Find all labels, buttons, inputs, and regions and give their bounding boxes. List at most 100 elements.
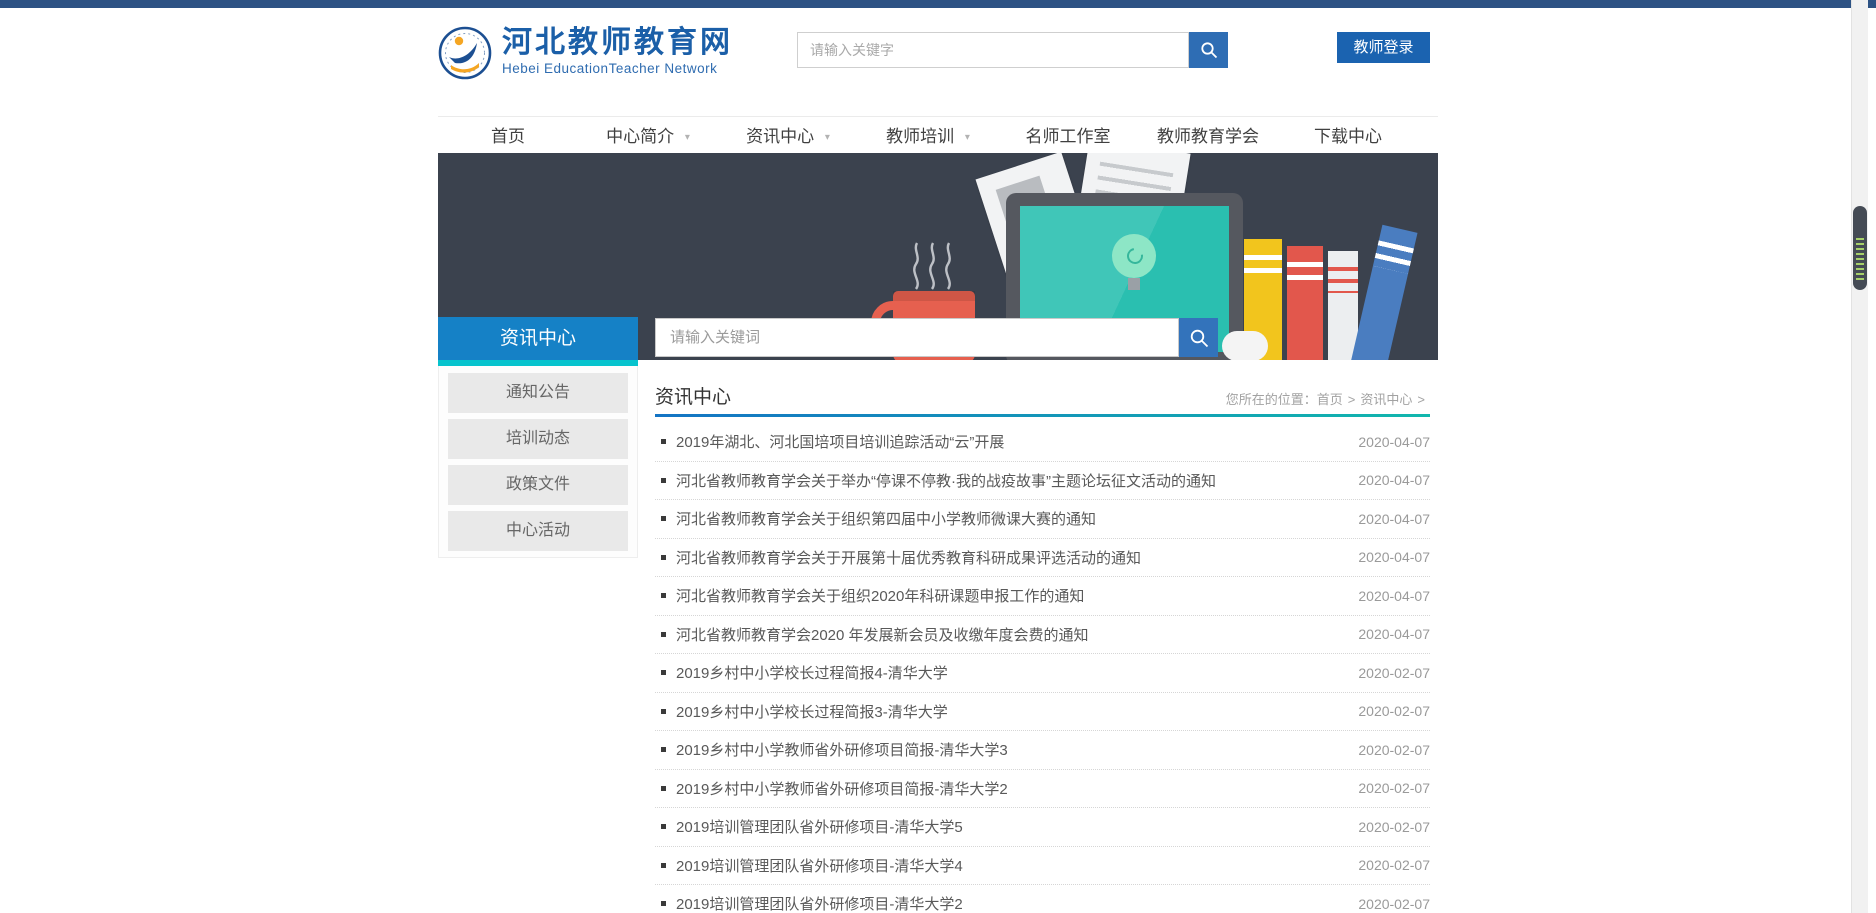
book-illustration — [1328, 251, 1358, 360]
news-date: 2020-04-07 — [1358, 549, 1430, 565]
nav-item[interactable]: 教师教育学会 ▾ — [1138, 117, 1278, 155]
page: 河北教师教育网 Hebei EducationTeacher Network 教… — [0, 0, 1876, 913]
news-row[interactable]: 2019培训管理团队省外研修项目-清华大学4 2020-02-07 — [655, 847, 1430, 886]
news-row[interactable]: 河北省教师教育学会关于组织2020年科研课题申报工作的通知 2020-04-07 — [655, 577, 1430, 616]
news-title[interactable]: 2019乡村中小学校长过程简报4-清华大学 — [676, 662, 948, 683]
site-header: 河北教师教育网 Hebei EducationTeacher Network 教… — [438, 8, 1438, 116]
news-date: 2020-02-07 — [1358, 780, 1430, 796]
title-underline — [655, 414, 1430, 417]
sidebar-accent-bar — [438, 360, 638, 366]
nav-item[interactable]: 下载中心 ▾ — [1278, 117, 1418, 155]
news-title[interactable]: 河北省教师教育学会关于举办“停课不停教·我的战疫故事”主题论坛征文活动的通知 — [676, 470, 1216, 491]
banner-search — [655, 318, 1218, 357]
news-row[interactable]: 2019培训管理团队省外研修项目-清华大学2 2020-02-07 — [655, 885, 1430, 913]
bullet-icon — [661, 670, 666, 675]
lightbulb-icon — [1112, 234, 1156, 278]
news-list: 2019年湖北、河北国培项目培训追踪活动“云”开展 2020-04-07 河北省… — [655, 423, 1430, 913]
sidebar-title[interactable]: 资讯中心 — [438, 317, 638, 360]
news-row[interactable]: 2019乡村中小学教师省外研修项目简报-清华大学3 2020-02-07 — [655, 731, 1430, 770]
news-title[interactable]: 河北省教师教育学会关于组织第四届中小学教师微课大赛的通知 — [676, 508, 1096, 529]
news-row[interactable]: 河北省教师教育学会2020 年发展新会员及收缴年度会费的通知 2020-04-0… — [655, 616, 1430, 655]
news-date: 2020-04-07 — [1358, 588, 1430, 604]
news-date: 2020-02-07 — [1358, 819, 1430, 835]
bullet-icon — [661, 439, 666, 444]
bullet-icon — [661, 516, 666, 521]
news-row[interactable]: 河北省教师教育学会关于举办“停课不停教·我的战疫故事”主题论坛征文活动的通知 2… — [655, 462, 1430, 501]
nav-item[interactable]: 中心简介 ▾ — [578, 117, 718, 155]
nav-item-label: 中心简介 — [606, 127, 674, 146]
section-header: 资讯中心 您所在的位置：首页>资讯中心> — [655, 380, 1430, 414]
news-title[interactable]: 2019乡村中小学校长过程简报3-清华大学 — [676, 701, 948, 722]
scrollbar-track[interactable] — [1851, 0, 1868, 913]
sidebar-menu: 通知公告 培训动态 政策文件 中心活动 — [438, 366, 638, 558]
teacher-login-button[interactable]: 教师登录 — [1337, 32, 1430, 63]
news-title[interactable]: 2019培训管理团队省外研修项目-清华大学4 — [676, 855, 963, 876]
mouse-illustration — [1222, 331, 1268, 360]
news-title[interactable]: 2019年湖北、河北国培项目培训追踪活动“云”开展 — [676, 431, 1004, 452]
book-illustration — [1350, 225, 1417, 360]
steam-icon — [908, 241, 970, 291]
nav-item-label: 教师培训 — [886, 127, 954, 146]
chevron-down-icon: ▾ — [965, 132, 970, 143]
nav-item-label: 资讯中心 — [746, 127, 814, 146]
bullet-icon — [661, 632, 666, 637]
main-nav: 首页 ▾ 中心简介 ▾ 资讯中心 ▾ 教师培训 ▾ 名师工作室 ▾ — [438, 116, 1438, 155]
breadcrumb: 您所在的位置：首页>资讯中心> — [1226, 389, 1430, 408]
bullet-icon — [661, 786, 666, 791]
sidebar-menu-item[interactable]: 培训动态 — [448, 419, 628, 459]
news-title[interactable]: 2019培训管理团队省外研修项目-清华大学2 — [676, 893, 963, 913]
nav-item[interactable]: 教师培训 ▾ — [858, 117, 998, 155]
logo-emblem-icon — [438, 26, 492, 80]
news-date: 2020-04-07 — [1358, 626, 1430, 642]
banner-search-input[interactable] — [655, 318, 1179, 357]
nav-item-label: 名师工作室 — [1026, 127, 1111, 146]
logo-title: 河北教师教育网 — [502, 26, 733, 60]
sidebar-menu-item[interactable]: 政策文件 — [448, 465, 628, 505]
scrollbar-thumb[interactable] — [1853, 206, 1867, 290]
news-title[interactable]: 河北省教师教育学会关于开展第十届优秀教育科研成果评选活动的通知 — [676, 547, 1141, 568]
news-title[interactable]: 河北省教师教育学会2020 年发展新会员及收缴年度会费的通知 — [676, 624, 1089, 645]
logo-subtitle: Hebei EducationTeacher Network — [502, 61, 733, 76]
breadcrumb-prefix: 您所在的位置： — [1226, 392, 1317, 407]
header-search-button[interactable] — [1189, 32, 1228, 68]
news-title[interactable]: 2019培训管理团队省外研修项目-清华大学5 — [676, 816, 963, 837]
nav-item-label: 教师教育学会 — [1157, 127, 1259, 146]
news-date: 2020-02-07 — [1358, 857, 1430, 873]
page-title: 资讯中心 — [655, 382, 731, 409]
news-row[interactable]: 2019培训管理团队省外研修项目-清华大学5 2020-02-07 — [655, 808, 1430, 847]
news-date: 2020-04-07 — [1358, 472, 1430, 488]
news-title[interactable]: 2019乡村中小学教师省外研修项目简报-清华大学3 — [676, 739, 1008, 760]
news-row[interactable]: 2019乡村中小学校长过程简报3-清华大学 2020-02-07 — [655, 693, 1430, 732]
search-icon — [1188, 327, 1210, 349]
news-row[interactable]: 河北省教师教育学会关于组织第四届中小学教师微课大赛的通知 2020-04-07 — [655, 500, 1430, 539]
search-icon — [1199, 40, 1219, 60]
news-row[interactable]: 2019乡村中小学教师省外研修项目简报-清华大学2 2020-02-07 — [655, 770, 1430, 809]
bullet-icon — [661, 478, 666, 483]
news-date: 2020-04-07 — [1358, 511, 1430, 527]
chevron-down-icon: ▾ — [685, 132, 690, 143]
bullet-icon — [661, 747, 666, 752]
news-date: 2020-02-07 — [1358, 703, 1430, 719]
bullet-icon — [661, 901, 666, 906]
news-title[interactable]: 河北省教师教育学会关于组织2020年科研课题申报工作的通知 — [676, 585, 1084, 606]
banner-search-button[interactable] — [1179, 318, 1218, 357]
bullet-icon — [661, 555, 666, 560]
news-row[interactable]: 2019乡村中小学校长过程简报4-清华大学 2020-02-07 — [655, 654, 1430, 693]
news-date: 2020-02-07 — [1358, 896, 1430, 912]
nav-item[interactable]: 资讯中心 ▾ — [718, 117, 858, 155]
news-row[interactable]: 河北省教师教育学会关于开展第十届优秀教育科研成果评选活动的通知 2020-04-… — [655, 539, 1430, 578]
news-title[interactable]: 2019乡村中小学教师省外研修项目简报-清华大学2 — [676, 778, 1008, 799]
nav-item[interactable]: 首页 ▾ — [438, 117, 578, 155]
news-date: 2020-04-07 — [1358, 434, 1430, 450]
breadcrumb-separator: > — [1348, 392, 1356, 407]
nav-item[interactable]: 名师工作室 ▾ — [998, 117, 1138, 155]
sidebar-menu-item[interactable]: 中心活动 — [448, 511, 628, 551]
site-logo[interactable]: 河北教师教育网 Hebei EducationTeacher Network — [438, 26, 733, 80]
breadcrumb-link[interactable]: 资讯中心 — [1360, 392, 1412, 407]
header-search-input[interactable] — [797, 32, 1189, 68]
news-date: 2020-02-07 — [1358, 742, 1430, 758]
sidebar-menu-item[interactable]: 通知公告 — [448, 373, 628, 413]
breadcrumb-link[interactable]: 首页 — [1317, 392, 1343, 407]
book-illustration — [1287, 246, 1323, 360]
news-row[interactable]: 2019年湖北、河北国培项目培训追踪活动“云”开展 2020-04-07 — [655, 423, 1430, 462]
